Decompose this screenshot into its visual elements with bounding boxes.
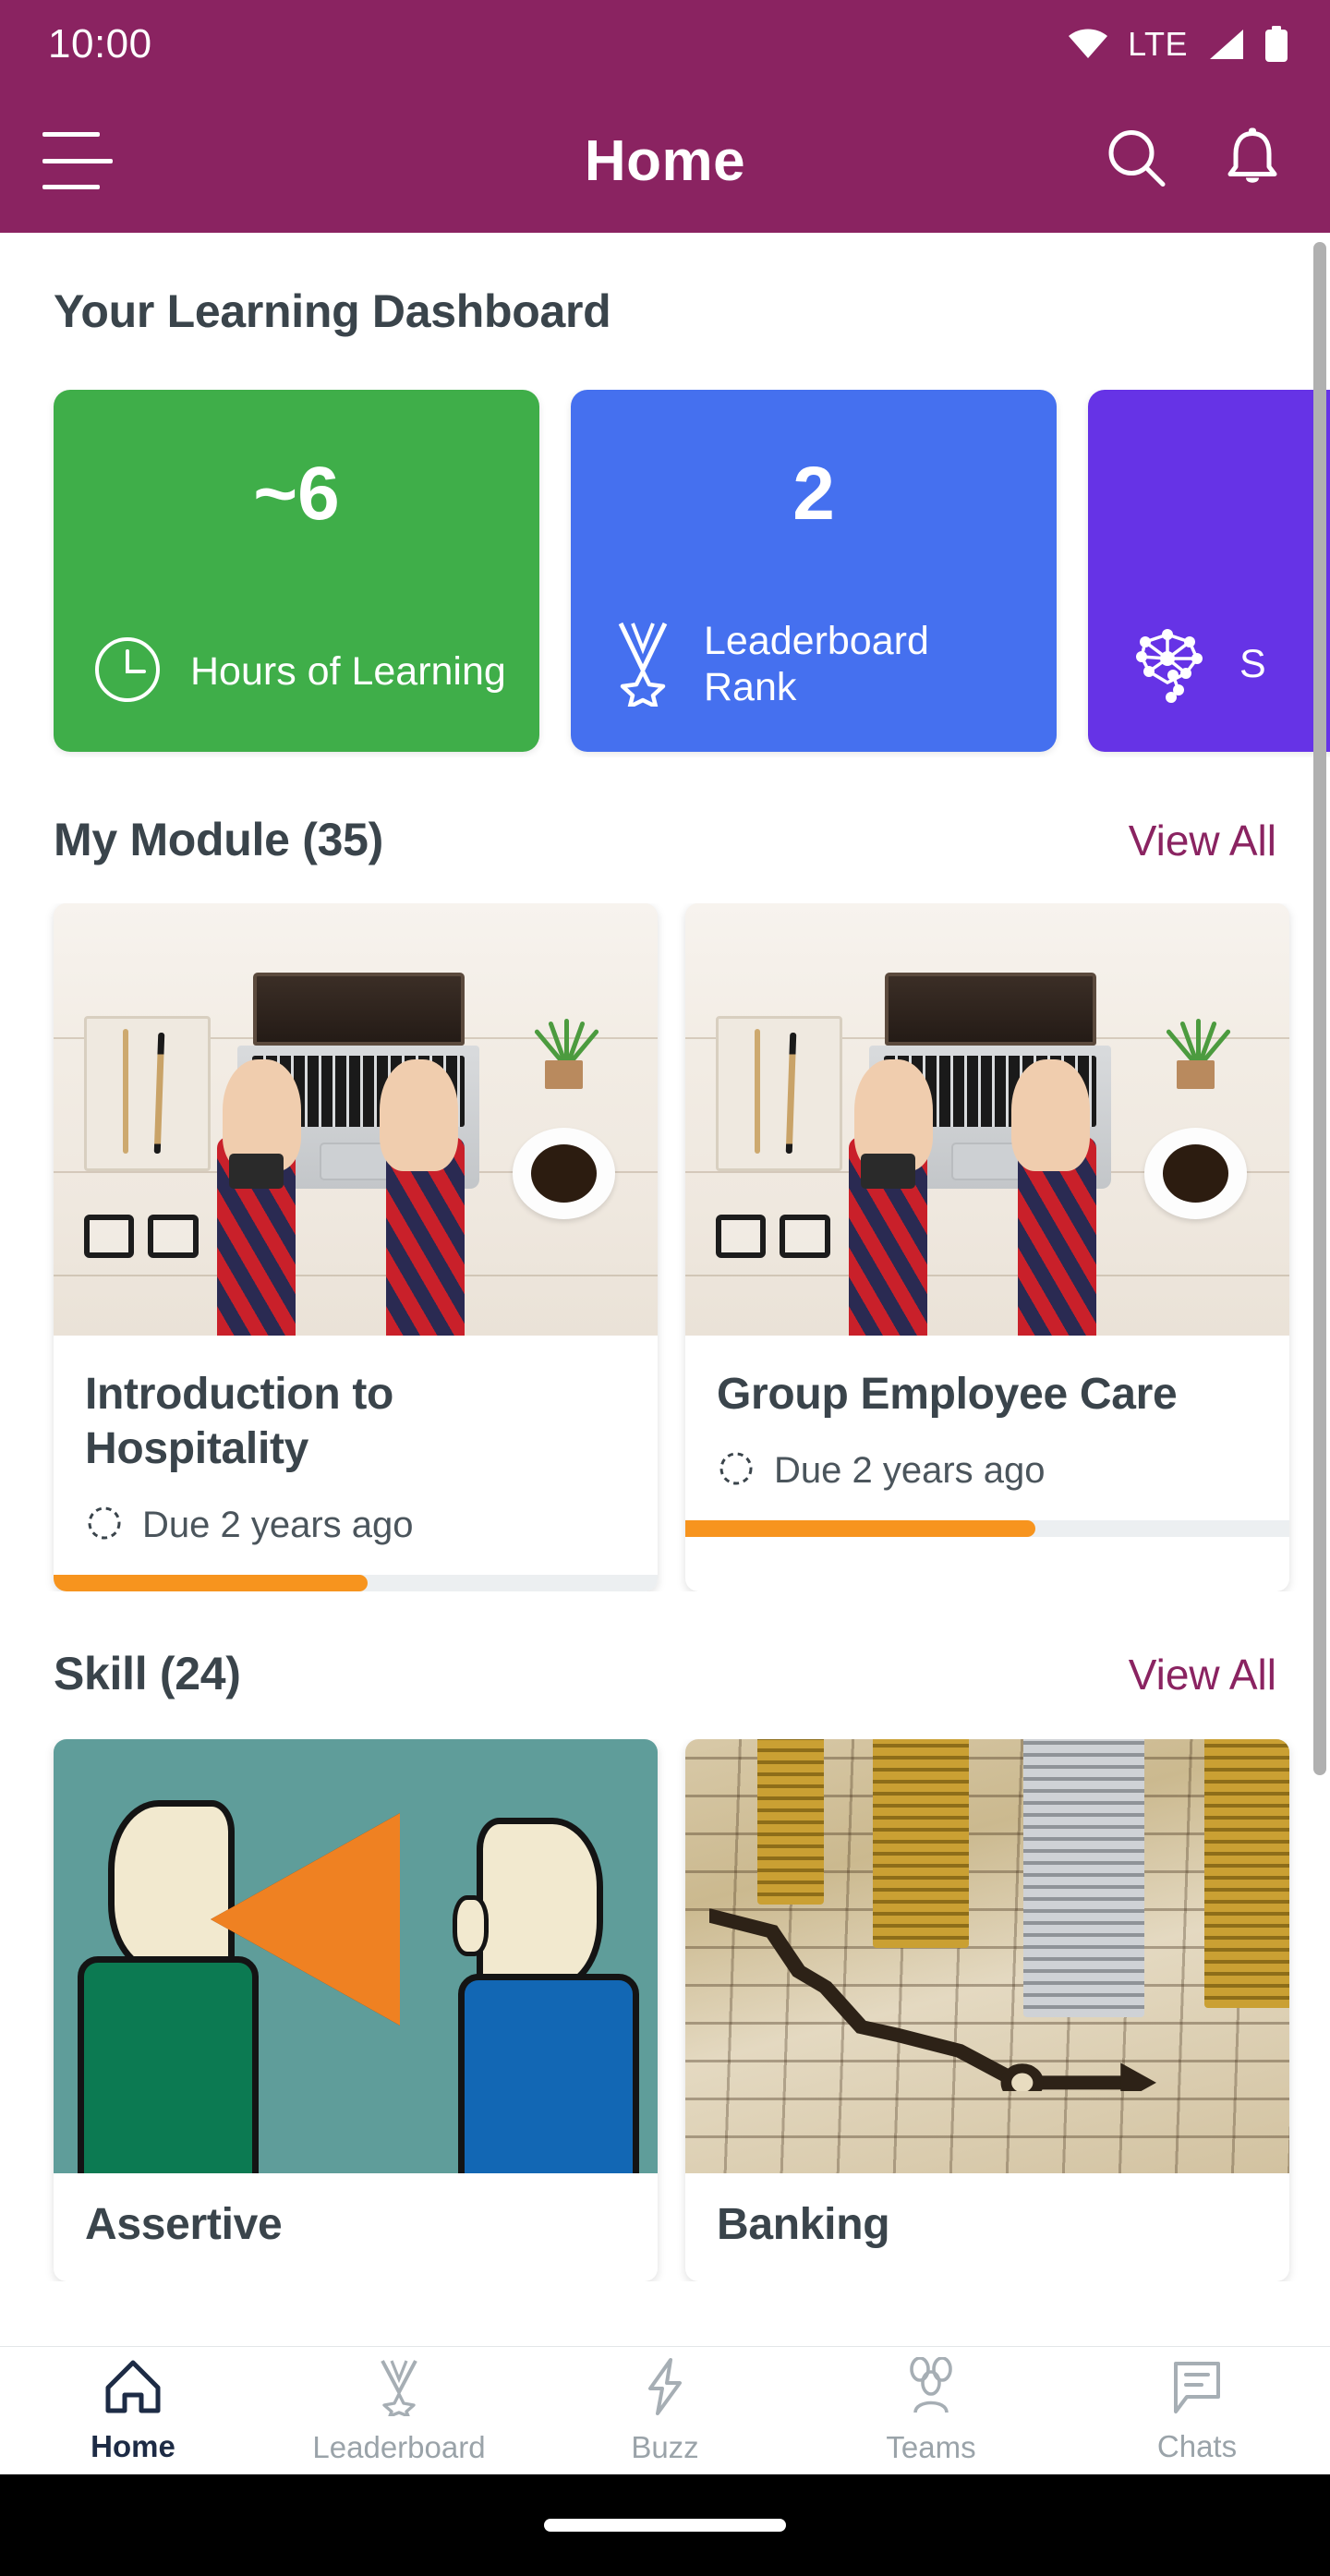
module-progress-track xyxy=(54,1575,658,1592)
network-type-label: LTE xyxy=(1128,25,1188,63)
skills-view-all-link[interactable]: View All xyxy=(1129,1650,1276,1699)
nav-label: Leaderboard xyxy=(312,2429,486,2464)
stat-value: ~6 xyxy=(253,452,340,536)
module-title: Introduction to Hospitality xyxy=(85,1370,394,1474)
modules-view-all-link[interactable]: View All xyxy=(1129,816,1276,865)
module-due-row: Due 2 years ago xyxy=(717,1449,1258,1493)
search-icon[interactable] xyxy=(1106,128,1167,194)
dashboard-heading: Your Learning Dashboard xyxy=(54,285,611,337)
home-icon xyxy=(103,2358,163,2420)
module-progress-fill xyxy=(54,1575,369,1592)
medal-icon xyxy=(371,2357,427,2421)
dashed-circle-icon xyxy=(717,1449,756,1493)
system-gesture-area xyxy=(0,2474,1330,2576)
dashed-circle-icon xyxy=(85,1504,124,1547)
vertical-scrollbar[interactable] xyxy=(1313,242,1326,1775)
nav-item-buzz[interactable]: Buzz xyxy=(532,2357,798,2465)
status-time: 10:00 xyxy=(48,21,152,67)
bottom-navigation-bar: Home Leaderboard Buzz Teams Chats xyxy=(0,2346,1330,2474)
battery-icon xyxy=(1264,26,1289,63)
nav-label: Chats xyxy=(1156,2428,1238,2463)
stat-card-hours-of-learning[interactable]: ~6 Hours of Learning xyxy=(54,390,539,752)
stat-label: Hours of Learning xyxy=(190,648,506,694)
skill-title: Assertive xyxy=(85,2200,283,2250)
app-bar: Home xyxy=(0,89,1330,233)
nav-item-chats[interactable]: Chats xyxy=(1064,2358,1330,2464)
stat-label: Leaderboard Rank xyxy=(704,619,929,709)
skills-carousel[interactable]: Assertive Banking xyxy=(0,1739,1330,2282)
skill-details: Assertive xyxy=(54,2173,658,2281)
module-card[interactable]: Introduction to Hospitality Due 2 years … xyxy=(54,903,658,1592)
stat-card-skills[interactable]: S xyxy=(1088,390,1330,752)
skills-section-header: Skill (24) View All xyxy=(0,1647,1330,1700)
skill-card[interactable]: Banking xyxy=(685,1739,1289,2282)
nav-label: Teams xyxy=(886,2429,976,2464)
skill-thumbnail xyxy=(685,1739,1289,2174)
module-due-text: Due 2 years ago xyxy=(774,1450,1046,1492)
module-thumbnail xyxy=(54,903,658,1336)
modules-section-title: My Module (35) xyxy=(54,814,383,865)
nav-item-leaderboard[interactable]: Leaderboard xyxy=(266,2357,532,2465)
nav-label: Buzz xyxy=(631,2429,699,2464)
module-due-row: Due 2 years ago xyxy=(85,1504,626,1547)
lightning-bolt-icon xyxy=(641,2357,689,2421)
skill-network-icon xyxy=(1125,618,1214,711)
dashboard-stats-carousel[interactable]: ~6 Hours of Learning 2 Leaderboard Rank … xyxy=(0,390,1330,757)
modules-section-header: My Module (35) View All xyxy=(0,813,1330,866)
skill-card[interactable]: Assertive xyxy=(54,1739,658,2282)
bell-icon[interactable] xyxy=(1225,127,1280,194)
nav-item-home[interactable]: Home xyxy=(0,2358,266,2464)
skills-section-title: Skill (24) xyxy=(54,1648,241,1700)
stat-card-leaderboard-rank[interactable]: 2 Leaderboard Rank xyxy=(571,390,1057,752)
status-indicators: LTE xyxy=(1067,25,1289,64)
chat-bubble-icon xyxy=(1168,2358,1226,2420)
module-card[interactable]: Group Employee Care Due 2 years ago xyxy=(685,903,1289,1592)
wifi-icon xyxy=(1067,29,1109,60)
module-details: Group Employee Care Due 2 years ago xyxy=(685,1336,1289,1520)
stat-footer: Leaderboard Rank xyxy=(602,618,1025,711)
module-due-text: Due 2 years ago xyxy=(142,1505,414,1546)
scroll-content[interactable]: Your Learning Dashboard ~6 Hours of Lear… xyxy=(0,233,1330,2350)
module-details: Introduction to Hospitality Due 2 years … xyxy=(54,1336,658,1575)
skill-details: Banking xyxy=(685,2173,1289,2281)
stat-footer: Hours of Learning xyxy=(85,633,508,711)
people-group-icon xyxy=(899,2355,963,2421)
stat-label: S xyxy=(1239,641,1266,686)
medal-icon xyxy=(608,618,678,711)
module-title: Group Employee Care xyxy=(717,1370,1178,1419)
status-bar: 10:00 LTE xyxy=(0,0,1330,89)
stat-value: 2 xyxy=(792,452,835,536)
skill-thumbnail xyxy=(54,1739,658,2174)
module-progress-track xyxy=(685,1520,1289,1538)
skill-title: Banking xyxy=(717,2200,890,2250)
app-bar-actions xyxy=(1106,127,1280,194)
clock-icon xyxy=(91,633,164,711)
app-screen: 10:00 LTE Home Your Learning Dashboard ~… xyxy=(0,0,1330,2576)
module-thumbnail xyxy=(685,903,1289,1336)
modules-carousel[interactable]: Introduction to Hospitality Due 2 years … xyxy=(0,903,1330,1592)
nav-label: Home xyxy=(91,2428,175,2463)
stat-footer: S xyxy=(1119,618,1330,711)
module-progress-fill xyxy=(685,1520,1036,1538)
signal-icon xyxy=(1206,28,1245,61)
nav-item-teams[interactable]: Teams xyxy=(798,2355,1064,2465)
home-gesture-bar[interactable] xyxy=(544,2519,786,2532)
